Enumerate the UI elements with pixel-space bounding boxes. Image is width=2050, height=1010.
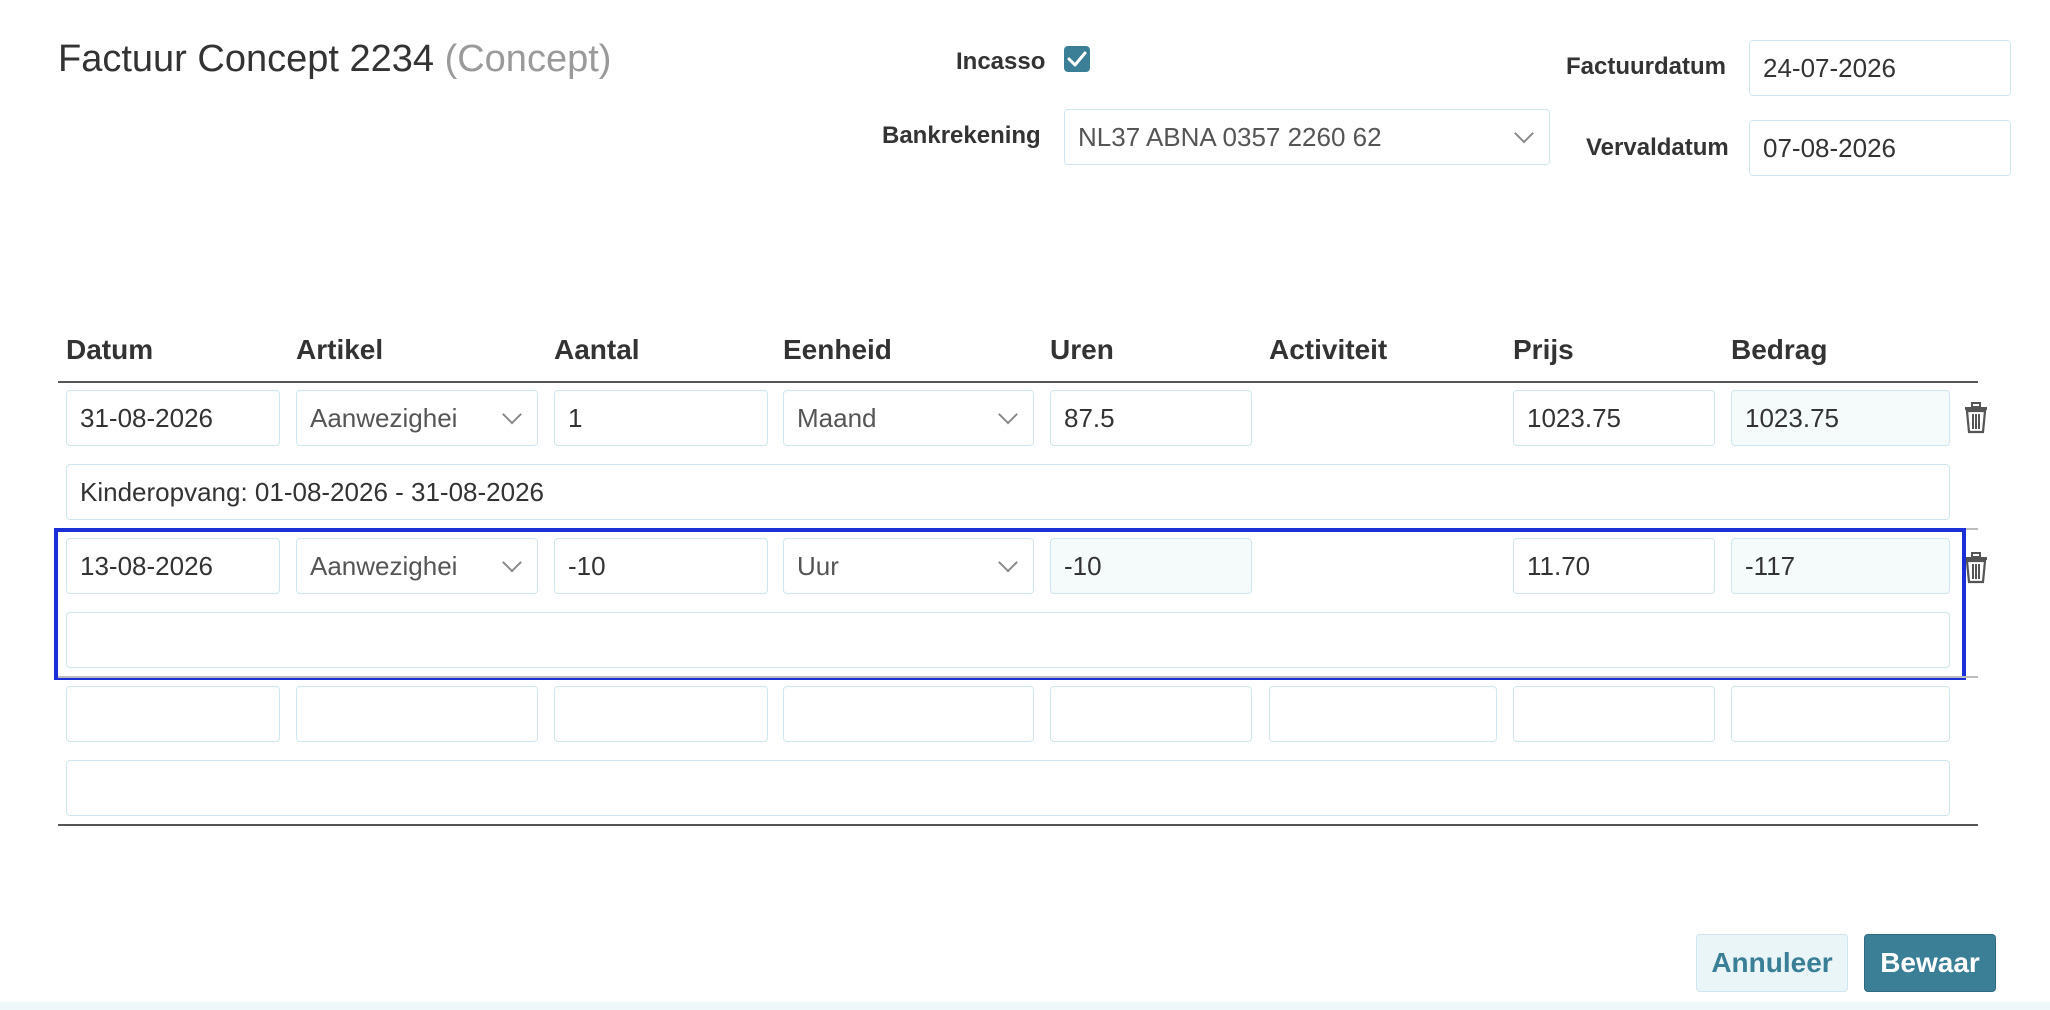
new-row-description-field[interactable] [66, 760, 1950, 816]
row1-date-value: 31-08-2026 [80, 402, 213, 433]
new-row-amount-field[interactable] [1731, 686, 1950, 742]
bank-account-value: NL37 ABNA 0357 2260 62 [1078, 121, 1382, 152]
row-divider [58, 676, 1978, 678]
row1-unit-select[interactable]: Maand [783, 390, 1034, 446]
row1-unit-value: Maand [797, 402, 877, 433]
row1-article-select[interactable]: Aanwezighei [296, 390, 538, 446]
due-date-label: Vervaldatum [1586, 134, 1729, 161]
new-row-activity-field[interactable] [1269, 686, 1497, 742]
save-button[interactable]: Bewaar [1864, 934, 1996, 992]
row1-description-field[interactable]: Kinderopvang: 01-08-2026 - 31-08-2026 [66, 464, 1950, 520]
invoice-status: (Concept) [444, 38, 612, 80]
trash-icon[interactable] [1962, 402, 1990, 434]
invoice-date-value: 24-07-2026 [1763, 52, 1896, 83]
row1-quantity-field[interactable]: 1 [554, 390, 768, 446]
new-row-hours-field[interactable] [1050, 686, 1252, 742]
row1-quantity-value: 1 [568, 402, 583, 433]
bank-account-select[interactable]: NL37 ABNA 0357 2260 62 [1064, 109, 1550, 165]
col-header-uren: Uren [1050, 334, 1114, 365]
row1-hours-value: 87.5 [1064, 402, 1115, 433]
row1-price-field[interactable]: 1023.75 [1513, 390, 1715, 446]
new-row-unit-field[interactable] [783, 686, 1034, 742]
row1-amount-field: 1023.75 [1731, 390, 1950, 446]
new-row-quantity-field[interactable] [554, 686, 768, 742]
page-title: Factuur Concept 2234 (Concept) [58, 38, 611, 81]
col-header-aantal: Aantal [554, 334, 640, 365]
row1-description-value: Kinderopvang: 01-08-2026 - 31-08-2026 [80, 476, 545, 507]
col-header-prijs: Prijs [1513, 334, 1574, 365]
trash-icon[interactable] [1962, 552, 1990, 584]
footer-strip [0, 1002, 2050, 1010]
row1-article-value: Aanwezighei [310, 402, 458, 433]
table-bottom-rule [58, 824, 1978, 826]
new-row-date-field[interactable] [66, 686, 280, 742]
table-header-rule [58, 381, 1978, 383]
col-header-bedrag: Bedrag [1731, 334, 1828, 365]
due-date-field[interactable]: 07-08-2026 [1749, 120, 2011, 176]
incasso-checkbox[interactable] [1064, 46, 1090, 72]
row1-date-field[interactable]: 31-08-2026 [66, 390, 280, 446]
col-header-activiteit: Activiteit [1269, 334, 1388, 365]
col-header-datum: Datum [66, 334, 154, 365]
due-date-value: 07-08-2026 [1763, 132, 1896, 163]
col-header-eenheid: Eenheid [783, 334, 892, 365]
cancel-button[interactable]: Annuleer [1696, 934, 1848, 992]
row1-hours-field[interactable]: 87.5 [1050, 390, 1252, 446]
row1-amount-value: 1023.75 [1745, 402, 1839, 433]
invoice-date-field[interactable]: 24-07-2026 [1749, 40, 2011, 96]
incasso-label: Incasso [956, 48, 1046, 75]
row1-price-value: 1023.75 [1527, 402, 1621, 433]
checkmark-icon [1067, 51, 1087, 67]
row-selection-highlight [54, 528, 1966, 680]
new-row-price-field[interactable] [1513, 686, 1715, 742]
invoice-date-label: Factuurdatum [1566, 53, 1727, 80]
new-row-article-field[interactable] [296, 686, 538, 742]
bank-account-label: Bankrekening [882, 122, 1041, 149]
invoice-title: Factuur Concept 2234 [58, 38, 435, 80]
col-header-artikel: Artikel [296, 334, 384, 365]
